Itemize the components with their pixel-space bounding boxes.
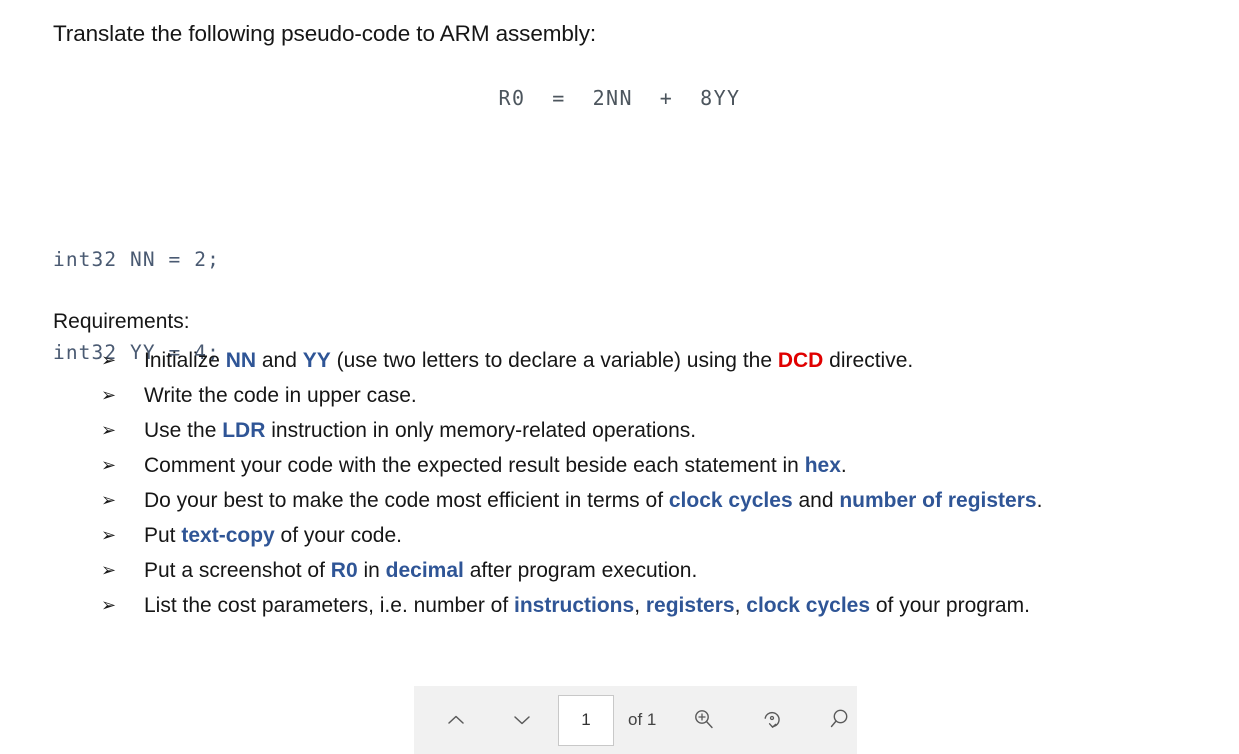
keyword-highlight: R0 bbox=[330, 559, 358, 582]
plain-text: List the cost parameters, i.e. number of bbox=[144, 594, 515, 617]
search-icon bbox=[826, 706, 854, 734]
plain-text: of your program. bbox=[870, 594, 1030, 617]
requirement-item: ➢ Use the LDR instruction in only memory-… bbox=[53, 413, 1173, 448]
plain-text: Put bbox=[144, 524, 182, 547]
plain-text: and bbox=[256, 349, 303, 372]
plain-text: Use the bbox=[144, 419, 223, 442]
zoom-in-button[interactable] bbox=[682, 698, 726, 742]
keyword-highlight: NN bbox=[225, 349, 257, 372]
bullet-arrow-icon: ➢ bbox=[101, 420, 117, 440]
pdf-viewer-toolbar: of 1 bbox=[414, 686, 857, 754]
plain-text: . bbox=[840, 454, 847, 477]
plain-text: Write the code in upper case. bbox=[144, 384, 417, 407]
document-page: Translate the following pseudo-code to A… bbox=[0, 0, 1239, 754]
pseudo-code-line: int32 NN = 2; bbox=[53, 248, 220, 271]
plain-text: Put a screenshot of bbox=[144, 559, 331, 582]
rotate-button[interactable] bbox=[750, 698, 794, 742]
search-button[interactable] bbox=[818, 698, 862, 742]
requirement-item: ➢ Comment your code with the expected res… bbox=[53, 448, 1173, 483]
bullet-arrow-icon: ➢ bbox=[101, 595, 117, 615]
keyword-highlight: text-copy bbox=[181, 524, 275, 547]
bullet-arrow-icon: ➢ bbox=[101, 350, 117, 370]
requirement-item: ➢ Put a screenshot of R0 in decimal after… bbox=[53, 553, 1173, 588]
requirement-item: ➢ Do your best to make the code most effi… bbox=[53, 483, 1173, 518]
requirement-item: ➢ List the cost parameters, i.e. number o… bbox=[53, 588, 1173, 623]
page-number-input[interactable] bbox=[558, 694, 614, 746]
requirement-text: Initialize NN and YY (use two letters to… bbox=[144, 349, 913, 372]
requirement-text: Put a screenshot of R0 in decimal after … bbox=[144, 559, 697, 582]
rotate-clockwise-icon bbox=[758, 706, 786, 734]
plain-text: (use two letters to declare a variable) … bbox=[330, 349, 778, 372]
plain-text: in bbox=[357, 559, 386, 582]
keyword-highlight: clock cycles bbox=[668, 489, 793, 512]
keyword-highlight: instructions bbox=[514, 594, 635, 617]
plain-text: Initialize bbox=[144, 349, 226, 372]
plain-text: instruction in only memory-related opera… bbox=[265, 419, 697, 442]
chevron-down-icon bbox=[509, 707, 535, 733]
requirement-item: ➢ Write the code in upper case. bbox=[53, 378, 1173, 413]
keyword-highlight: YY bbox=[302, 349, 331, 372]
next-page-button[interactable] bbox=[500, 698, 544, 742]
directive-highlight: DCD bbox=[777, 349, 824, 372]
equation-text: R0 = 2NN + 8YY bbox=[498, 86, 741, 110]
requirement-text: Use the LDR instruction in only memory-r… bbox=[144, 419, 696, 442]
chevron-up-icon bbox=[443, 707, 469, 733]
keyword-highlight: LDR bbox=[222, 419, 266, 442]
plain-text: directive. bbox=[823, 349, 914, 372]
plain-text: , bbox=[634, 594, 646, 617]
bullet-arrow-icon: ➢ bbox=[101, 560, 117, 580]
requirement-text: Write the code in upper case. bbox=[144, 384, 417, 407]
requirement-text: List the cost parameters, i.e. number of… bbox=[144, 594, 1030, 617]
plain-text: and bbox=[792, 489, 840, 512]
plain-text: . bbox=[1036, 489, 1043, 512]
requirement-item: ➢ Initialize NN and YY (use two letters t… bbox=[53, 343, 1173, 378]
page-title: Translate the following pseudo-code to A… bbox=[53, 21, 596, 46]
keyword-highlight: hex bbox=[804, 454, 841, 477]
bullet-arrow-icon: ➢ bbox=[101, 455, 117, 475]
requirement-text: Do your best to make the code most effic… bbox=[144, 489, 1042, 512]
plain-text: after program execution. bbox=[463, 559, 698, 582]
bullet-arrow-icon: ➢ bbox=[101, 385, 117, 405]
requirement-text: Comment your code with the expected resu… bbox=[144, 454, 847, 477]
requirement-item: ➢ Put text-copy of your code. bbox=[53, 518, 1173, 553]
requirement-text: Put text-copy of your code. bbox=[144, 524, 402, 547]
zoom-in-icon bbox=[690, 706, 718, 734]
keyword-highlight: decimal bbox=[385, 559, 464, 582]
requirements-heading: Requirements: bbox=[53, 310, 190, 333]
plain-text: Do your best to make the code most effic… bbox=[144, 489, 669, 512]
bullet-arrow-icon: ➢ bbox=[101, 490, 117, 510]
plain-text: of your code. bbox=[274, 524, 402, 547]
page-total-label: of 1 bbox=[628, 710, 657, 729]
plain-text: Comment your code with the expected resu… bbox=[144, 454, 805, 477]
keyword-highlight: registers bbox=[645, 594, 735, 617]
keyword-highlight: number of registers bbox=[839, 489, 1037, 512]
keyword-highlight: clock cycles bbox=[746, 594, 871, 617]
requirements-list: ➢ Initialize NN and YY (use two letters t… bbox=[53, 343, 1173, 623]
plain-text: , bbox=[734, 594, 747, 617]
previous-page-button[interactable] bbox=[434, 698, 478, 742]
bullet-arrow-icon: ➢ bbox=[101, 525, 117, 545]
